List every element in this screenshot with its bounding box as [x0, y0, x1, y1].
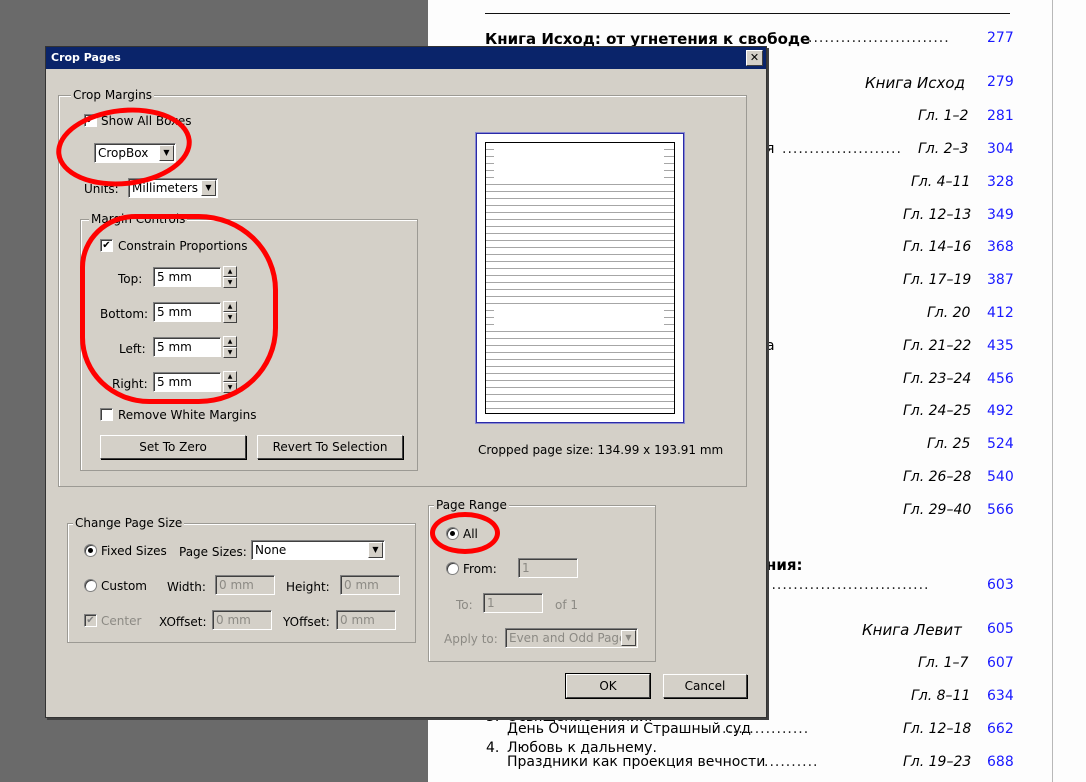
of-total-label: of 1: [555, 598, 579, 612]
fixed-sizes-label: Fixed Sizes: [101, 544, 167, 558]
change-page-size-legend: Change Page Size: [73, 516, 185, 530]
fixed-sizes-radio[interactable]: [84, 544, 97, 557]
remove-white-margins-label: Remove White Margins: [118, 408, 257, 422]
cancel-button[interactable]: Cancel: [663, 674, 747, 698]
revert-to-selection-button[interactable]: Revert To Selection: [257, 435, 403, 459]
center-label: Center: [101, 614, 142, 628]
width-label: Width:: [167, 580, 206, 594]
set-to-zero-button[interactable]: Set To Zero: [100, 435, 246, 459]
toc-line: Праздники как проекция вечности ........…: [507, 754, 1014, 770]
height-input[interactable]: 0 mm: [340, 575, 400, 595]
custom-radio[interactable]: [84, 579, 97, 592]
from-input[interactable]: 1: [518, 558, 578, 578]
page-sizes-select[interactable]: None ▼: [251, 540, 385, 560]
ok-button[interactable]: OK: [565, 673, 651, 699]
page-sizes-label: Page Sizes:: [179, 545, 247, 559]
custom-label: Custom: [101, 579, 147, 593]
annotation-circle-margin-controls: [80, 214, 278, 404]
crop-margins-legend: Crop Margins: [71, 88, 155, 102]
dialog-title: Crop Pages: [51, 51, 121, 64]
from-radio[interactable]: [446, 562, 459, 575]
apply-to-label: Apply to:: [444, 632, 498, 646]
center-checkbox[interactable]: ✔: [84, 614, 97, 627]
cropped-page-size: Cropped page size: 134.99 x 193.91 mm: [478, 443, 724, 457]
annotation-circle-all-pages: [430, 512, 500, 554]
page-preview: [476, 133, 684, 423]
yoffset-input[interactable]: 0 mm: [336, 610, 396, 630]
page-range-legend: Page Range: [434, 498, 509, 512]
chevron-down-icon: ▼: [368, 542, 383, 558]
width-input[interactable]: 0 mm: [215, 575, 275, 595]
xoffset-input[interactable]: 0 mm: [212, 610, 272, 630]
toc-line: День Очищения и Страшный суд ...........…: [507, 721, 1014, 737]
height-label: Height:: [286, 580, 330, 594]
apply-to-select[interactable]: Even and Odd Pages ▼: [505, 628, 638, 648]
dialog-title-bar: Crop Pages ✕: [46, 47, 766, 69]
to-input[interactable]: 1: [483, 593, 543, 613]
crop-box-outline: [485, 142, 675, 414]
remove-white-margins-checkbox[interactable]: [100, 408, 113, 421]
to-label: To:: [456, 598, 473, 612]
close-button[interactable]: ✕: [746, 50, 763, 66]
xoffset-label: XOffset:: [159, 615, 207, 629]
chevron-down-icon: ▼: [621, 630, 636, 646]
header-rule: [485, 13, 1010, 14]
chevron-down-icon: ▼: [201, 180, 216, 196]
from-label: From:: [463, 562, 497, 576]
yoffset-label: YOffset:: [283, 615, 330, 629]
